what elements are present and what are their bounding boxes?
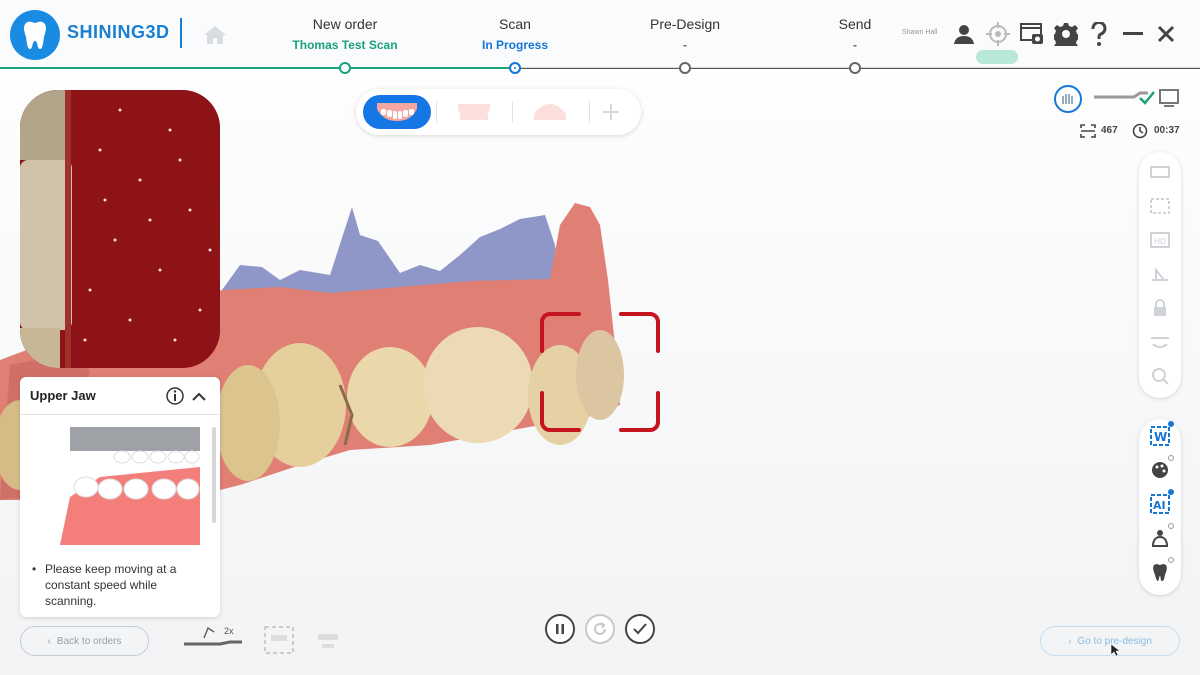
scan-area-icon[interactable] [263, 625, 295, 660]
hd-scan-icon[interactable] [316, 630, 340, 657]
add-scan-plus-icon[interactable] [602, 103, 620, 126]
scanner-speed-icon[interactable] [182, 624, 244, 657]
panel-scrollbar[interactable] [212, 427, 216, 523]
scan-tip-text: Please keep moving at a constant speed w… [32, 561, 205, 609]
indicator-dot [1168, 523, 1174, 529]
frame-count-icon [1080, 124, 1096, 143]
jaw-selector-tabs [356, 89, 641, 135]
trim-tool-icon[interactable] [1148, 262, 1172, 286]
home-icon[interactable] [202, 24, 228, 51]
chevron-right-icon: › [1068, 635, 1072, 647]
tab-divider [512, 101, 513, 123]
tooth-icon[interactable] [1148, 560, 1172, 584]
tab-divider [589, 101, 590, 123]
step-node-send [849, 62, 861, 74]
scan-speed-label: 2x [224, 626, 234, 636]
top-bar: SHINING3D New order Thomas Test Scan Sca… [0, 0, 1200, 68]
svg-text:HD: HD [1154, 237, 1166, 246]
info-icon[interactable] [166, 387, 184, 410]
step-title: Scan [499, 16, 531, 32]
region-select-icon[interactable] [1148, 194, 1172, 218]
frame-count: 467 [1101, 125, 1118, 136]
hd-mode-icon[interactable]: HD [1148, 228, 1172, 252]
jaw-illustration [60, 427, 200, 545]
calibration-target-icon[interactable] [986, 22, 1010, 46]
step-subtitle: Thomas Test Scan [292, 38, 398, 52]
indicator-dot [1168, 455, 1174, 461]
svg-text:AI: AI [1153, 499, 1166, 512]
wireframe-w-icon[interactable]: W [1148, 424, 1172, 448]
logo-tooth-icon [10, 10, 60, 60]
texture-tool-icon[interactable] [1148, 160, 1172, 184]
step-node-scan [509, 62, 521, 74]
step-node-pre-design [679, 62, 691, 74]
tab-occlusion[interactable] [440, 95, 508, 129]
tab-divider [436, 101, 437, 123]
help-icon[interactable] [1087, 22, 1111, 46]
step-subtitle: - [853, 38, 857, 52]
scan-focus-frame [540, 311, 660, 432]
step-subtitle: In Progress [481, 38, 549, 52]
indicator-dot [1168, 557, 1174, 563]
scanner-tip-connected-icon [1092, 88, 1182, 113]
user-name: Shawn Hall [902, 29, 938, 36]
screenshot-window-icon[interactable] [1020, 22, 1044, 46]
connection-status-badge [976, 50, 1018, 64]
progress-done-line [0, 67, 515, 69]
tab-lower-jaw[interactable] [516, 95, 584, 129]
active-indicator-dot [1168, 489, 1174, 495]
base-plane-icon[interactable] [1148, 330, 1172, 354]
view-tools-toolbar: W AI [1139, 419, 1181, 595]
panel-title: Upper Jaw [30, 388, 96, 403]
pause-button[interactable] [545, 614, 575, 644]
back-label: Back to orders [56, 635, 122, 647]
hand-gesture-icon[interactable] [1053, 84, 1083, 119]
step-scan[interactable]: Scan In Progress [430, 16, 600, 52]
tab-upper-jaw[interactable] [363, 95, 431, 129]
clock-icon [1132, 123, 1148, 144]
close-icon[interactable] [1154, 22, 1178, 46]
brand-divider [180, 18, 182, 48]
camera-preview [20, 90, 220, 368]
mouse-cursor-icon [1110, 643, 1121, 662]
zoom-icon[interactable] [1148, 364, 1172, 388]
active-indicator-dot [1168, 421, 1174, 427]
scan-timer: 00:37 [1154, 125, 1180, 136]
collapse-chevron-up-icon[interactable] [192, 389, 206, 407]
brand-name: SHINING3D [67, 22, 170, 42]
minimize-icon[interactable] [1121, 22, 1145, 46]
back-to-orders-button[interactable]: ‹ Back to orders [20, 626, 149, 656]
confirm-check-button[interactable] [625, 614, 655, 644]
user-icon[interactable] [952, 22, 976, 46]
jaw-guide-panel: Upper Jaw Please keep moving at a consta… [20, 377, 220, 617]
lock-icon[interactable] [1148, 296, 1172, 320]
step-pre-design[interactable]: Pre-Design - [600, 16, 770, 52]
step-title: Pre-Design [649, 16, 721, 32]
settings-gear-icon[interactable] [1054, 22, 1078, 46]
ai-mode-icon[interactable]: AI [1148, 492, 1172, 516]
svg-text:W: W [1154, 430, 1167, 444]
scan-body-icon[interactable] [1148, 526, 1172, 550]
step-subtitle: - [683, 38, 687, 52]
color-palette-icon[interactable] [1148, 458, 1172, 482]
step-node-new-order [339, 62, 351, 74]
step-title: New order [312, 16, 378, 32]
step-new-order[interactable]: New order Thomas Test Scan [260, 16, 430, 52]
scan-tools-toolbar: HD [1139, 152, 1181, 398]
chevron-left-icon: ‹ [47, 635, 51, 647]
panel-divider [20, 414, 220, 415]
reset-button[interactable] [585, 614, 615, 644]
